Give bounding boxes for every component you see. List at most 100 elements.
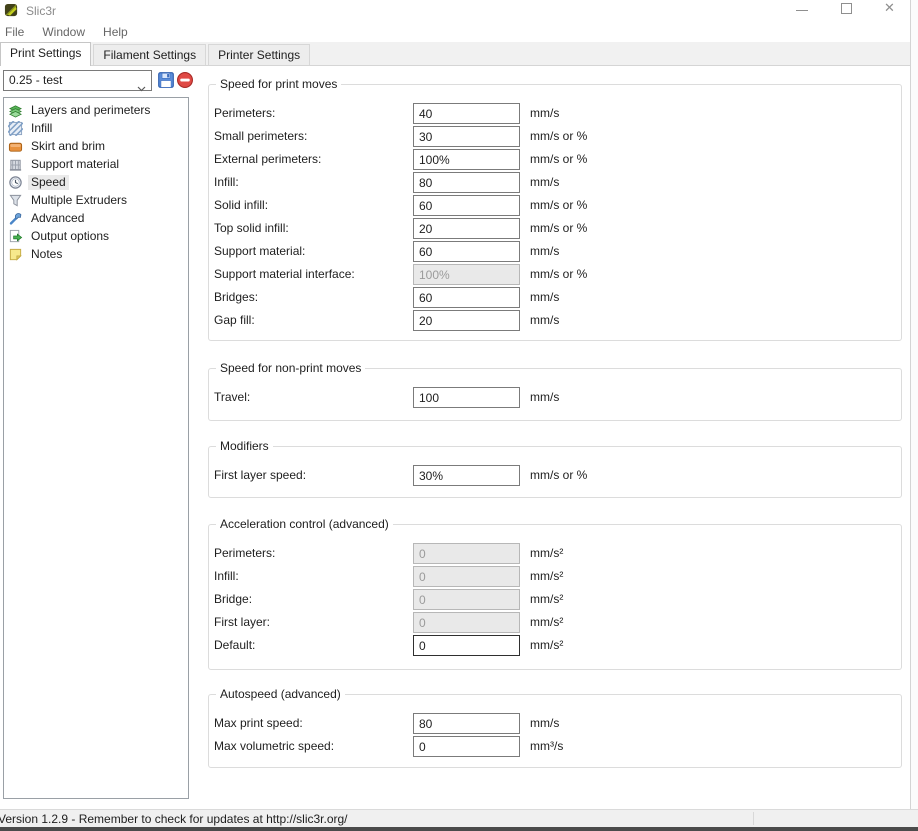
- field-label: Top solid infill:: [214, 218, 289, 239]
- form-row: Small perimeters:mm/s or %: [209, 126, 901, 147]
- sidebar-item-label: Notes: [28, 247, 65, 262]
- menu-file[interactable]: File: [0, 22, 33, 39]
- group-title: Modifiers: [216, 439, 273, 453]
- form-row: Support material:mm/s: [209, 241, 901, 262]
- status-bar: Version 1.2.9 - Remember to check for up…: [0, 809, 918, 827]
- form-row: Solid infill: mm/s or %: [209, 195, 901, 216]
- sidebar-item-notes[interactable]: Notes: [4, 245, 188, 263]
- sidebar-item-label: Infill: [28, 121, 55, 136]
- solid-infill-input[interactable]: [413, 195, 520, 216]
- unit-label: mm/s: [530, 287, 559, 308]
- title-bar: Slic3r ✕: [0, 0, 910, 22]
- gap-fill-input[interactable]: [413, 310, 520, 331]
- field-label: Support material interface:: [214, 264, 355, 285]
- tab-filament-settings[interactable]: Filament Settings: [93, 44, 206, 65]
- sidebar-item-label: Support material: [28, 157, 122, 172]
- field-label: First layer speed:: [214, 465, 306, 486]
- group-acceleration-control-advanced: Acceleration control (advanced)Perimeter…: [208, 524, 902, 670]
- preset-dropdown[interactable]: 0.25 - test: [3, 70, 152, 91]
- unit-label: mm/s²: [530, 543, 563, 564]
- settings-tab-bar: Print SettingsFilament SettingsPrinter S…: [0, 42, 910, 66]
- form-row: Perimeters:mm/s: [209, 103, 901, 124]
- unit-label: mm/s or %: [530, 149, 587, 170]
- sidebar-item-label: Layers and perimeters: [28, 103, 153, 118]
- group-title: Autospeed (advanced): [216, 687, 345, 701]
- unit-label: mm/s²: [530, 635, 563, 656]
- group-speed-for-print-moves: Speed for print movesPerimeters:mm/sSmal…: [208, 84, 902, 341]
- travel-input[interactable]: [413, 387, 520, 408]
- max-print-speed-input[interactable]: [413, 713, 520, 734]
- unit-label: mm/s²: [530, 589, 563, 610]
- field-label: External perimeters:: [214, 149, 321, 170]
- field-label: Small perimeters:: [214, 126, 307, 147]
- unit-label: mm/s or %: [530, 195, 587, 216]
- statusbar-separator: [753, 812, 754, 825]
- field-label: Max print speed:: [214, 713, 303, 734]
- form-row: Gap fill:mm/s: [209, 310, 901, 331]
- close-button[interactable]: ✕: [884, 1, 895, 14]
- preset-value: 0.25 - test: [9, 73, 62, 87]
- bridges-input[interactable]: [413, 287, 520, 308]
- form-row: First layer speed: mm/s or %: [209, 465, 901, 486]
- sidebar-item-speed[interactable]: Speed: [4, 173, 188, 191]
- speed-clock-icon: [8, 175, 23, 190]
- group-title: Acceleration control (advanced): [216, 517, 393, 531]
- form-row: Top solid infill:mm/s or %: [209, 218, 901, 239]
- tab-print-settings[interactable]: Print Settings: [0, 42, 91, 66]
- group-modifiers: ModifiersFirst layer speed:mm/s or %: [208, 446, 902, 498]
- sidebar-item-advanced[interactable]: Advanced: [4, 209, 188, 227]
- form-row: External perimeters: mm/s or %: [209, 149, 901, 170]
- slic3r-app-icon: [4, 3, 19, 18]
- support-scaffold-icon: [8, 157, 23, 172]
- minimize-button[interactable]: [796, 10, 808, 11]
- external-perimeters-input[interactable]: [413, 149, 520, 170]
- tab-printer-settings[interactable]: Printer Settings: [208, 44, 310, 65]
- delete-preset-button[interactable]: [176, 71, 194, 89]
- extruder-funnel-icon: [8, 193, 23, 208]
- unit-label: mm/s or %: [530, 465, 587, 486]
- maximize-button[interactable]: [841, 3, 852, 14]
- max-volumetric-speed-input[interactable]: [413, 736, 520, 757]
- sidebar-item-infill[interactable]: Infill: [4, 119, 188, 137]
- save-preset-button[interactable]: [157, 71, 175, 89]
- form-row: Perimeters:mm/s²: [209, 543, 901, 564]
- sidebar-item-label: Skirt and brim: [28, 139, 108, 154]
- menu-bar: FileWindowHelp: [0, 22, 910, 42]
- infill-input[interactable]: [413, 172, 520, 193]
- small-perimeters-input[interactable]: [413, 126, 520, 147]
- sidebar-item-support-material[interactable]: Support material: [4, 155, 188, 173]
- sidebar-item-output-options[interactable]: Output options: [4, 227, 188, 245]
- menu-help[interactable]: Help: [94, 22, 137, 39]
- support-material-input[interactable]: [413, 241, 520, 262]
- field-label: Solid infill:: [214, 195, 268, 216]
- support-material-interface-input: [413, 264, 520, 285]
- first-layer-input: [413, 612, 520, 633]
- form-row: Bridge:mm/s²: [209, 589, 901, 610]
- unit-label: mm/s: [530, 713, 559, 734]
- form-row: Bridges:mm/s: [209, 287, 901, 308]
- bridge-input: [413, 589, 520, 610]
- default-input[interactable]: [413, 635, 520, 656]
- unit-label: mm/s: [530, 310, 559, 331]
- unit-label: mm/s²: [530, 612, 563, 633]
- status-text: Version 1.2.9 - Remember to check for up…: [0, 812, 348, 826]
- unit-label: mm/s²: [530, 566, 563, 587]
- field-label: Travel:: [214, 387, 250, 408]
- note-icon: [8, 247, 23, 262]
- menu-window[interactable]: Window: [33, 22, 94, 39]
- unit-label: mm³/s: [530, 736, 563, 757]
- first-layer-speed-input[interactable]: [413, 465, 520, 486]
- group-speed-for-non-print-moves: Speed for non-print movesTravel:mm/s: [208, 368, 902, 421]
- sidebar-item-layers-and-perimeters[interactable]: Layers and perimeters: [4, 101, 188, 119]
- sidebar-item-multiple-extruders[interactable]: Multiple Extruders: [4, 191, 188, 209]
- group-title: Speed for print moves: [216, 77, 341, 91]
- infill-hatch-icon: [8, 121, 23, 136]
- form-row: First layer:mm/s²: [209, 612, 901, 633]
- sidebar-item-skirt-and-brim[interactable]: Skirt and brim: [4, 137, 188, 155]
- wrench-icon: [8, 211, 23, 226]
- top-solid-infill-input[interactable]: [413, 218, 520, 239]
- field-label: Default:: [214, 635, 255, 656]
- field-label: Max volumetric speed:: [214, 736, 334, 757]
- skirt-box-icon: [8, 139, 23, 154]
- perimeters-input[interactable]: [413, 103, 520, 124]
